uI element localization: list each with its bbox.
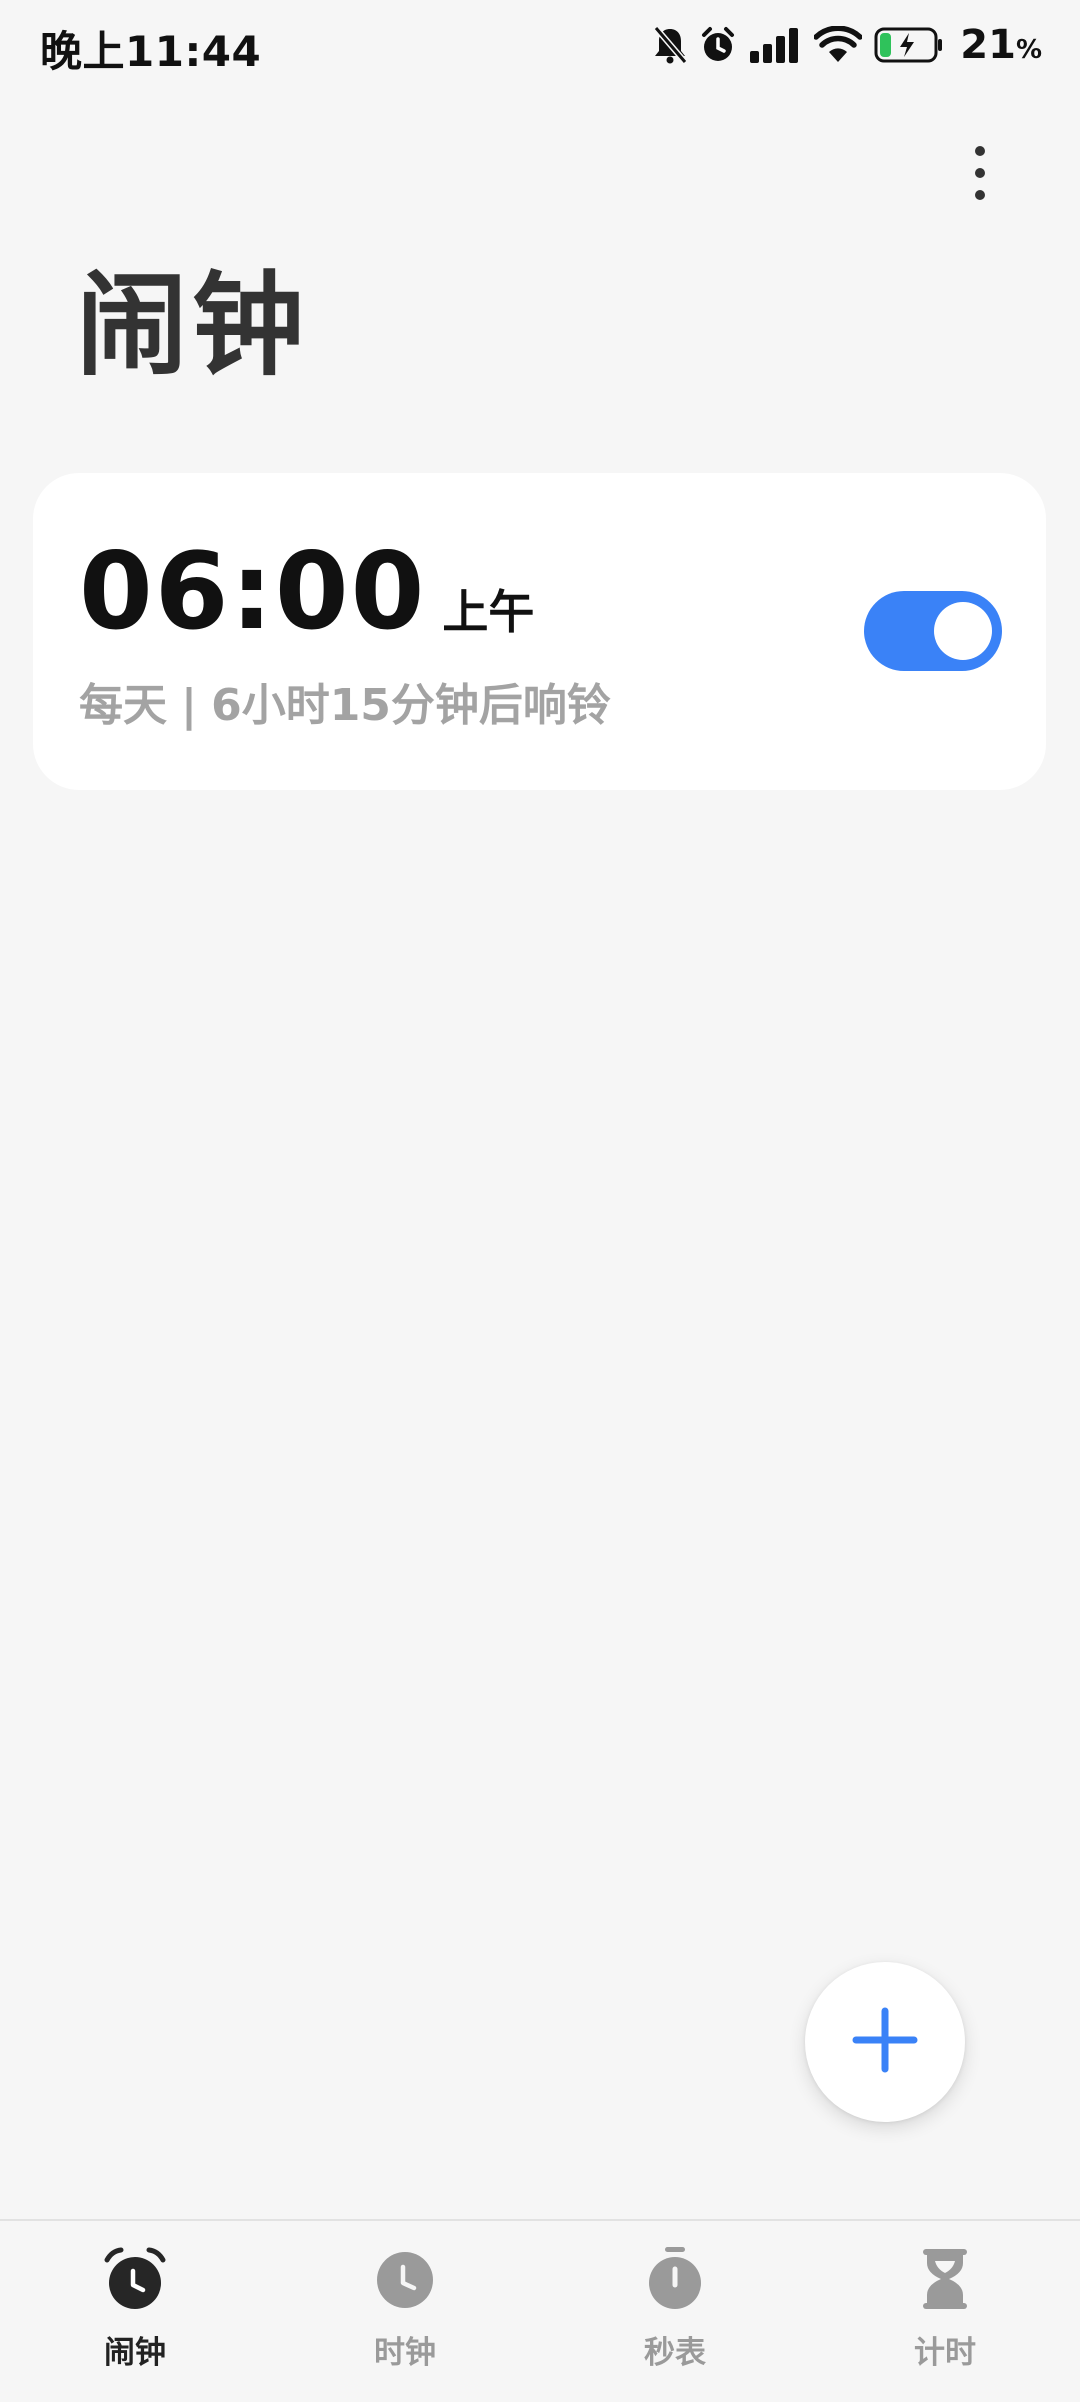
nav-label: 时钟 <box>374 2335 436 2371</box>
wifi-icon <box>814 26 863 64</box>
clock-icon <box>370 2244 440 2314</box>
alarm-remaining: 6小时15分钟后响铃 <box>211 680 611 731</box>
alarm-clock-icon <box>100 2244 170 2314</box>
nav-item-timer[interactable]: 计时 <box>810 2221 1080 2402</box>
alarm-time: 06:00 <box>79 530 427 653</box>
nav-label: 秒表 <box>644 2335 706 2371</box>
status-time: 晚上11:44 <box>40 27 262 76</box>
status-icons: 21% <box>652 20 1042 70</box>
stopwatch-icon <box>640 2244 710 2314</box>
more-options-button[interactable] <box>950 135 1010 215</box>
plus-icon <box>852 2007 918 2077</box>
signal-icon <box>748 27 802 63</box>
status-bar: 晚上11:44 21% <box>0 0 1080 90</box>
nav-item-alarm[interactable]: 闹钟 <box>0 2221 270 2402</box>
alarm-ampm: 上午 <box>442 585 535 639</box>
battery-charging-icon <box>874 26 944 64</box>
alarm-icon <box>700 25 736 65</box>
alarm-card[interactable]: 06:00 上午 每天 | 6小时15分钟后响铃 <box>33 473 1046 790</box>
battery-percent: 21% <box>960 22 1042 68</box>
page-title: 闹钟 <box>76 261 308 391</box>
nav-label: 闹钟 <box>104 2335 166 2371</box>
more-vertical-icon <box>974 145 986 205</box>
bottom-nav: 闹钟 时钟 秒表 计时 <box>0 2219 1080 2402</box>
alarm-toggle[interactable] <box>864 591 1002 671</box>
alarm-separator: | <box>181 680 198 731</box>
nav-label: 计时 <box>914 2335 976 2371</box>
alarm-time-row: 06:00 上午 <box>79 539 534 645</box>
add-alarm-button[interactable] <box>805 1962 965 2122</box>
alarm-description: 每天 | 6小时15分钟后响铃 <box>79 669 611 733</box>
alarm-repeat: 每天 <box>79 680 167 731</box>
mute-icon <box>652 25 688 65</box>
nav-item-stopwatch[interactable]: 秒表 <box>540 2221 810 2402</box>
nav-item-clock[interactable]: 时钟 <box>270 2221 540 2402</box>
toggle-knob <box>934 602 992 660</box>
hourglass-icon <box>910 2244 980 2314</box>
